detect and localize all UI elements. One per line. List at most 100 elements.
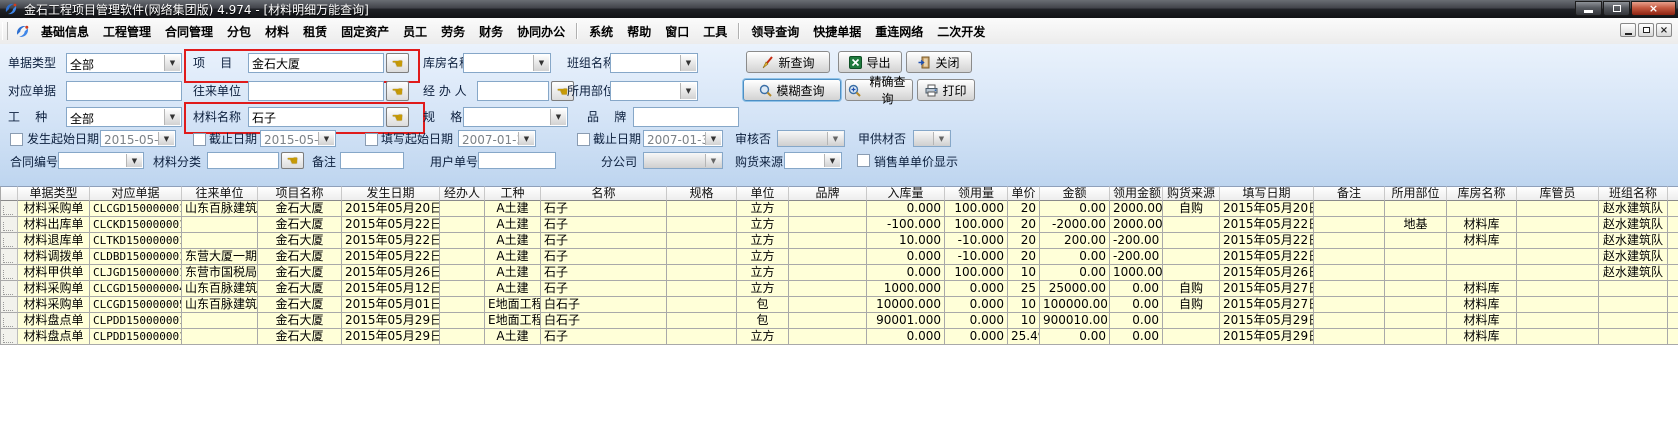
table-cell[interactable]	[789, 265, 867, 281]
table-cell[interactable]: -200.00	[1110, 233, 1163, 249]
chevron-down-icon[interactable]: ▼	[158, 132, 174, 145]
table-cell[interactable]: 0.000	[945, 281, 1008, 297]
table-cell[interactable]: 2015年05月22日	[1220, 249, 1314, 265]
table-cell[interactable]: 石子	[541, 233, 667, 249]
table-cell[interactable]: E地面工程	[485, 297, 541, 313]
table-cell[interactable]	[1163, 265, 1220, 281]
table-cell[interactable]: 0.000	[867, 265, 945, 281]
project-picker-button[interactable]: ☚	[386, 53, 409, 73]
table-cell[interactable]	[1668, 281, 1678, 297]
menu-item[interactable]: 材料	[258, 20, 296, 43]
handler-input[interactable]	[477, 81, 549, 101]
sale-price-show-checkbox[interactable]	[857, 154, 870, 167]
table-cell[interactable]	[789, 249, 867, 265]
table-cell[interactable]	[667, 281, 737, 297]
table-cell[interactable]	[1447, 249, 1517, 265]
row-indicator-header[interactable]	[0, 186, 18, 201]
table-cell[interactable]: 2015年05月29日	[342, 313, 440, 329]
table-row[interactable]: 材料盘点单CLPDD150000001金石大厦2015年05月29日E地面工程白…	[0, 313, 1678, 329]
table-cell[interactable]: 2015年05月22日	[1220, 233, 1314, 249]
table-cell[interactable]: 1000.000	[867, 281, 945, 297]
row-indicator[interactable]	[0, 217, 18, 233]
chevron-down-icon[interactable]: ▼	[164, 109, 180, 125]
table-cell[interactable]: 材料库	[1447, 217, 1517, 233]
table-cell[interactable]	[1385, 201, 1447, 217]
table-cell[interactable]	[1599, 329, 1668, 345]
table-cell[interactable]: A土建	[485, 329, 541, 345]
menu-item[interactable]: 员工	[396, 20, 434, 43]
material-name-input[interactable]	[248, 107, 384, 127]
fill-end-checkbox[interactable]	[577, 133, 590, 146]
table-row[interactable]: 材料甲供单CLJGD150000001东营市国税局金石大厦2015年05月26日…	[0, 265, 1678, 281]
table-cell[interactable]	[1163, 313, 1220, 329]
table-cell[interactable]: 10	[1008, 313, 1040, 329]
table-cell[interactable]	[1314, 281, 1385, 297]
table-cell[interactable]: 100.000	[945, 201, 1008, 217]
table-cell[interactable]	[1314, 313, 1385, 329]
table-cell[interactable]: CLJGD150000001	[90, 265, 182, 281]
counterparty-picker-button[interactable]: ☚	[386, 81, 409, 101]
menu-item[interactable]: 二次开发	[930, 20, 992, 43]
column-header[interactable]: 项目名称	[258, 186, 342, 201]
table-cell[interactable]: 10	[1008, 297, 1040, 313]
menu-item[interactable]: 协同办公	[510, 20, 572, 43]
table-cell[interactable]	[440, 217, 485, 233]
table-cell[interactable]: 金石大厦	[258, 201, 342, 217]
doc-type-combo[interactable]: 全部 ▼	[66, 53, 182, 73]
spec-combo[interactable]: ▼	[463, 107, 568, 127]
mdi-close-button[interactable]: ×	[1656, 23, 1672, 37]
table-cell[interactable]: 材料调拨单	[18, 249, 90, 265]
table-cell[interactable]: A土建	[485, 217, 541, 233]
table-cell[interactable]: E地面工程	[485, 313, 541, 329]
column-header[interactable]: 经办人	[440, 186, 485, 201]
table-cell[interactable]	[182, 217, 258, 233]
table-cell[interactable]: 金石大厦	[258, 249, 342, 265]
project-input[interactable]	[248, 53, 384, 73]
table-cell[interactable]	[1517, 297, 1599, 313]
table-cell[interactable]	[1385, 249, 1447, 265]
table-cell[interactable]: 1000.00	[1110, 265, 1163, 281]
table-cell[interactable]	[667, 329, 737, 345]
table-cell[interactable]: 金石大厦	[258, 217, 342, 233]
user-doc-no-input[interactable]	[478, 152, 556, 169]
table-row[interactable]: 材料采购单CLCGD150000004山东百脉建筑:金石大厦2015年05月12…	[0, 281, 1678, 297]
table-cell[interactable]	[1163, 329, 1220, 345]
branch-combo[interactable]: ▼	[643, 152, 723, 169]
chevron-down-icon[interactable]: ▼	[680, 83, 696, 99]
column-header[interactable]: 单价	[1008, 186, 1040, 201]
mdi-minimize-button[interactable]	[1620, 23, 1636, 37]
table-cell[interactable]: -10.000	[945, 233, 1008, 249]
column-header[interactable]: 购货来源	[1163, 186, 1220, 201]
table-cell[interactable]: -100.000	[867, 217, 945, 233]
menu-item[interactable]: 重连网络	[868, 20, 930, 43]
menu-item[interactable]: 窗口	[658, 20, 696, 43]
table-cell[interactable]	[1385, 265, 1447, 281]
export-button[interactable]: 导出	[838, 51, 902, 73]
row-indicator[interactable]	[0, 201, 18, 217]
table-cell[interactable]: CLTKD150000001	[90, 233, 182, 249]
table-cell[interactable]: 2015年05月29日	[1220, 329, 1314, 345]
table-cell[interactable]: 立方	[737, 249, 789, 265]
table-cell[interactable]: 10000.000	[867, 297, 945, 313]
table-cell[interactable]: 2015年05月22日	[342, 233, 440, 249]
table-cell[interactable]	[1163, 233, 1220, 249]
table-cell[interactable]: 2015年05月26日	[1220, 265, 1314, 281]
fuzzy-query-button[interactable]: 模糊查询	[743, 79, 841, 101]
column-header[interactable]: 入库量	[867, 186, 945, 201]
table-cell[interactable]: 2015年05月12日	[342, 281, 440, 297]
chevron-down-icon[interactable]: ▼	[933, 132, 949, 145]
table-cell[interactable]: 0.00	[1040, 265, 1110, 281]
table-cell[interactable]: 白石子	[541, 297, 667, 313]
table-cell[interactable]: 立方	[737, 281, 789, 297]
table-cell[interactable]	[1385, 233, 1447, 249]
table-row[interactable]: 材料退库单CLTKD150000001金石大厦2015年05月22日A土建石子立…	[0, 233, 1678, 249]
table-row[interactable]: 材料采购单CLCGD150000001山东百脉建筑:金石大厦2015年05月20…	[0, 201, 1678, 217]
table-cell[interactable]: 石子	[541, 281, 667, 297]
column-header[interactable]: 发生日期	[342, 186, 440, 201]
table-cell[interactable]: 材料出库单	[18, 217, 90, 233]
menu-item[interactable]: 领导查询	[744, 20, 806, 43]
table-cell[interactable]: 赵水建筑队	[1599, 217, 1668, 233]
column-header[interactable]: 供	[1668, 186, 1678, 201]
restore-button[interactable]	[1603, 1, 1630, 16]
table-cell[interactable]	[1517, 201, 1599, 217]
